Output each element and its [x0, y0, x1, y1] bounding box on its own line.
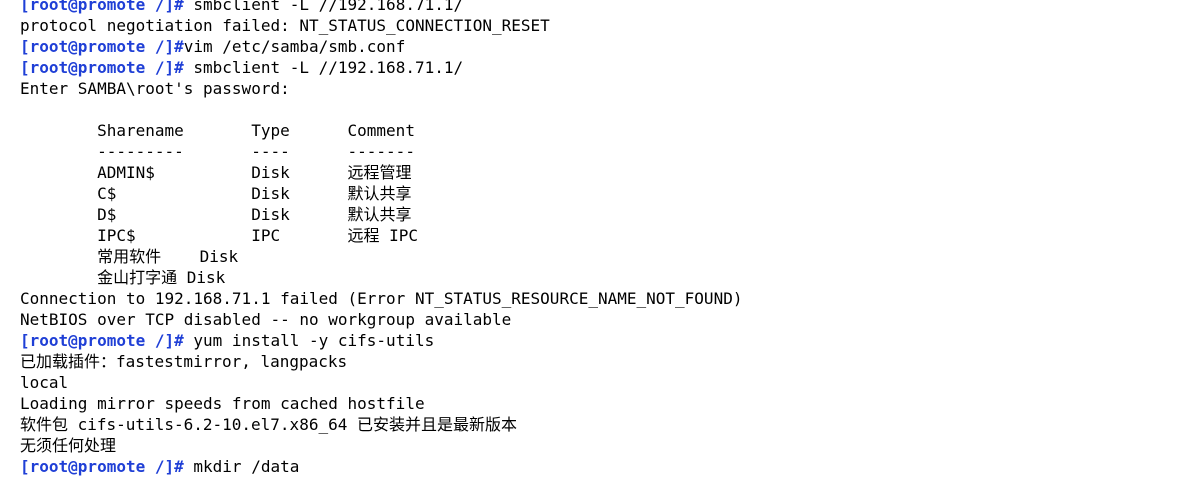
command-text: smbclient -L //192.168.71.1/: [183, 58, 464, 77]
output-line: 常用软件 Disk: [20, 246, 1180, 267]
output-text: D$ Disk 默认共享: [20, 205, 412, 224]
command-line: [root@promote /]# yum install -y cifs-ut…: [20, 330, 1180, 351]
output-line: NetBIOS over TCP disabled -- no workgrou…: [20, 309, 1180, 330]
command-line: [root@promote /]#vim /etc/samba/smb.conf: [20, 36, 1180, 57]
output-line: --------- ---- -------: [20, 141, 1180, 162]
output-line: Sharename Type Comment: [20, 120, 1180, 141]
shell-prompt: [root@promote /]#: [20, 58, 184, 77]
command-text: vim /etc/samba/smb.conf: [183, 37, 406, 56]
output-line: D$ Disk 默认共享: [20, 204, 1180, 225]
output-line: C$ Disk 默认共享: [20, 183, 1180, 204]
command-text: yum install -y cifs-utils: [183, 331, 435, 350]
output-line: 无须任何处理: [20, 435, 1180, 456]
command-text: mkdir /data: [183, 457, 300, 476]
output-text: Connection to 192.168.71.1 failed (Error…: [20, 289, 743, 308]
output-text: IPC$ IPC 远程 IPC: [20, 226, 419, 245]
output-text: 金山打字通 Disk: [20, 268, 226, 287]
terminal-output[interactable]: [root@promote /]# smbclient -L //192.168…: [20, 0, 1180, 477]
command-line: [root@promote /]# smbclient -L //192.168…: [20, 0, 1180, 15]
output-line: local: [20, 372, 1180, 393]
output-line: 软件包 cifs-utils-6.2-10.el7.x86_64 已安装并且是最…: [20, 414, 1180, 435]
output-line: Connection to 192.168.71.1 failed (Error…: [20, 288, 1180, 309]
output-text: 软件包 cifs-utils-6.2-10.el7.x86_64 已安装并且是最…: [20, 415, 517, 434]
output-text: Loading mirror speeds from cached hostfi…: [20, 394, 425, 413]
output-line: 金山打字通 Disk: [20, 267, 1180, 288]
command-text: smbclient -L //192.168.71.1/: [183, 0, 464, 14]
output-text: --------- ---- -------: [20, 142, 415, 161]
shell-prompt: [root@promote /]#: [20, 37, 184, 56]
output-line: 已加载插件：fastestmirror, langpacks: [20, 351, 1180, 372]
output-line: IPC$ IPC 远程 IPC: [20, 225, 1180, 246]
shell-prompt: [root@promote /]#: [20, 457, 184, 476]
output-text: 无须任何处理: [20, 436, 117, 455]
output-line: ADMIN$ Disk 远程管理: [20, 162, 1180, 183]
output-text: NetBIOS over TCP disabled -- no workgrou…: [20, 310, 512, 329]
output-text: C$ Disk 默认共享: [20, 184, 412, 203]
output-text: ADMIN$ Disk 远程管理: [20, 163, 412, 182]
command-line: [root@promote /]# smbclient -L //192.168…: [20, 57, 1180, 78]
output-line: Loading mirror speeds from cached hostfi…: [20, 393, 1180, 414]
output-text: Sharename Type Comment: [20, 121, 415, 140]
shell-prompt: [root@promote /]#: [20, 0, 184, 14]
output-text: protocol negotiation failed: NT_STATUS_C…: [20, 16, 550, 35]
output-text: 常用软件 Disk: [20, 247, 239, 266]
output-line: Enter SAMBA\root's password:: [20, 78, 1180, 99]
output-text: Enter SAMBA\root's password:: [20, 79, 290, 98]
output-text: 已加载插件：fastestmirror, langpacks: [20, 352, 348, 371]
output-text: local: [20, 373, 69, 392]
shell-prompt: [root@promote /]#: [20, 331, 184, 350]
output-line: protocol negotiation failed: NT_STATUS_C…: [20, 15, 1180, 36]
terminal-scrollbar[interactable]: [1183, 0, 1187, 474]
